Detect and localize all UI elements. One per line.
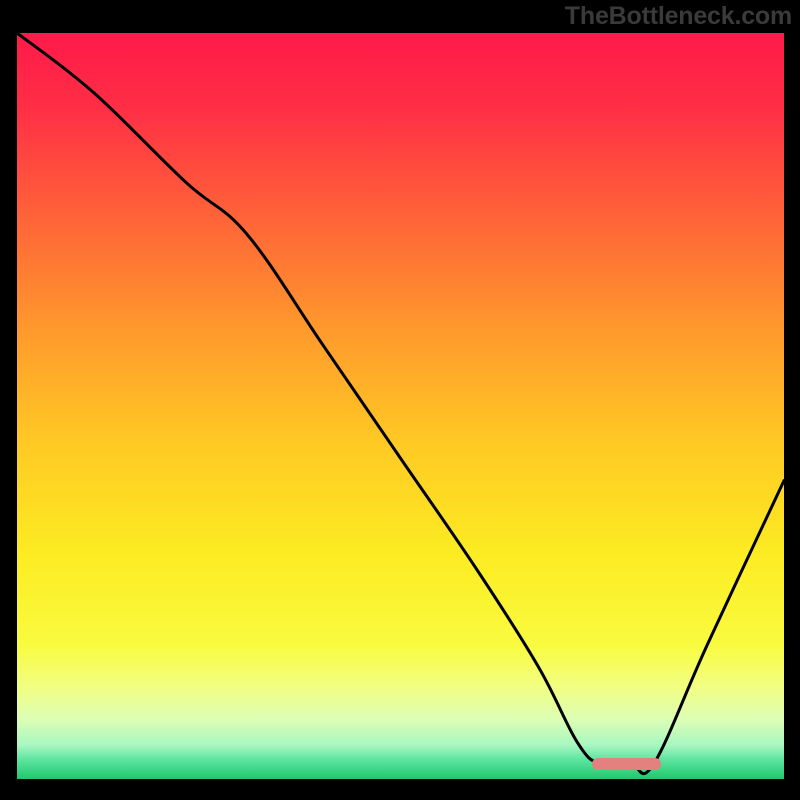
watermark-text: TheBottleneck.com <box>565 2 792 31</box>
bottleneck-curve <box>17 33 784 779</box>
optimal-range-marker <box>592 758 661 770</box>
plot-area <box>14 30 787 782</box>
chart-container: TheBottleneck.com <box>0 0 800 800</box>
